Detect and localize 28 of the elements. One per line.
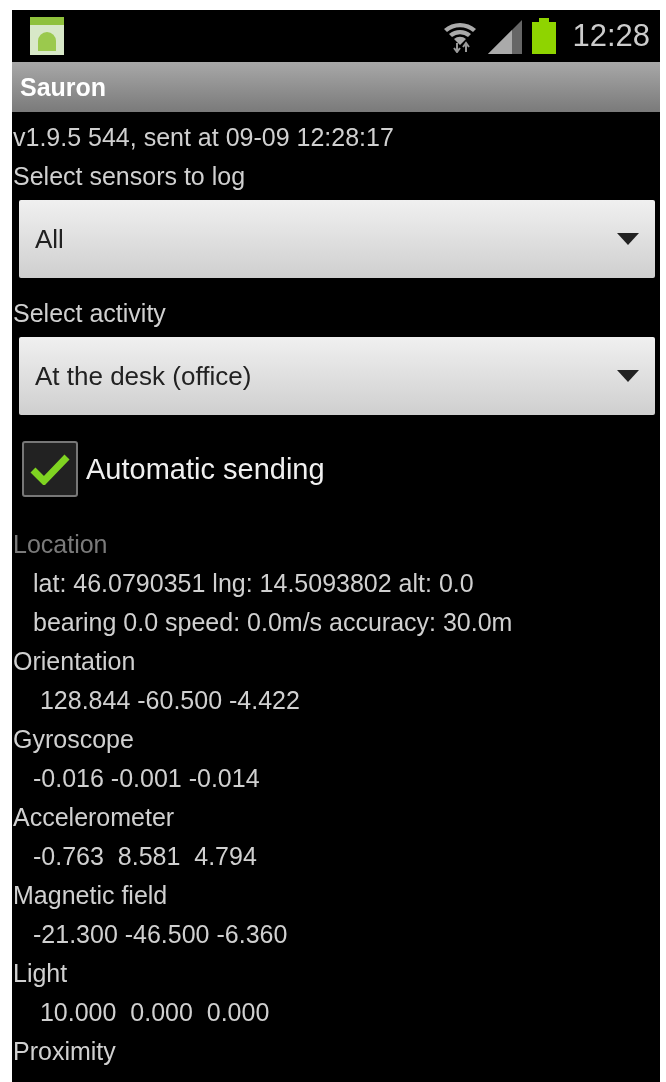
sensor-values: -21.300 -46.500 -6.360 — [32, 919, 289, 950]
sensor-values: 10.000 0.000 0.000 — [38, 997, 271, 1028]
dropdown[interactable]: All — [19, 200, 655, 278]
spinner-label: Select activity — [13, 298, 167, 329]
sensor-name: Gyroscope — [13, 724, 135, 755]
battery-icon — [532, 18, 557, 54]
version-text: v1.9.5 544, sent at 09-09 12:28:17 — [13, 122, 395, 153]
checkbox[interactable] — [22, 441, 78, 497]
signal-icon — [486, 18, 525, 54]
spinner-label: Select sensors to log — [13, 161, 247, 192]
sensor-name: Light — [13, 958, 69, 989]
sensor-name: Orientation — [13, 646, 137, 677]
dropdown[interactable]: At the desk (office) — [19, 337, 655, 415]
sensor-values: -0.016 -0.001 -0.014 — [32, 763, 261, 794]
sensor-name: Accelerometer — [13, 802, 176, 833]
caret-icon — [617, 233, 639, 245]
sensor-values: 128.844 -60.500 -4.422 — [38, 685, 301, 716]
sensor-name: Magnetic field — [13, 880, 169, 911]
checkbox-label[interactable]: Automatic sending — [86, 452, 325, 486]
sensor-name: Proximity — [13, 1036, 117, 1067]
sensor-values: lat: 46.0790351 lng: 14.5093802 alt: 0.0 — [32, 568, 475, 599]
app-title: Sauron — [20, 72, 107, 102]
clock-time: 12:28 — [572, 18, 650, 54]
sensor-name: Location — [13, 529, 109, 560]
sensor-values: bearing 0.0 speed: 0.0m/s accuracy: 30.0m — [32, 607, 514, 638]
android-app-icon — [30, 17, 64, 55]
caret-icon — [617, 370, 639, 382]
sensor-values: -0.763 8.581 4.794 — [32, 841, 258, 872]
